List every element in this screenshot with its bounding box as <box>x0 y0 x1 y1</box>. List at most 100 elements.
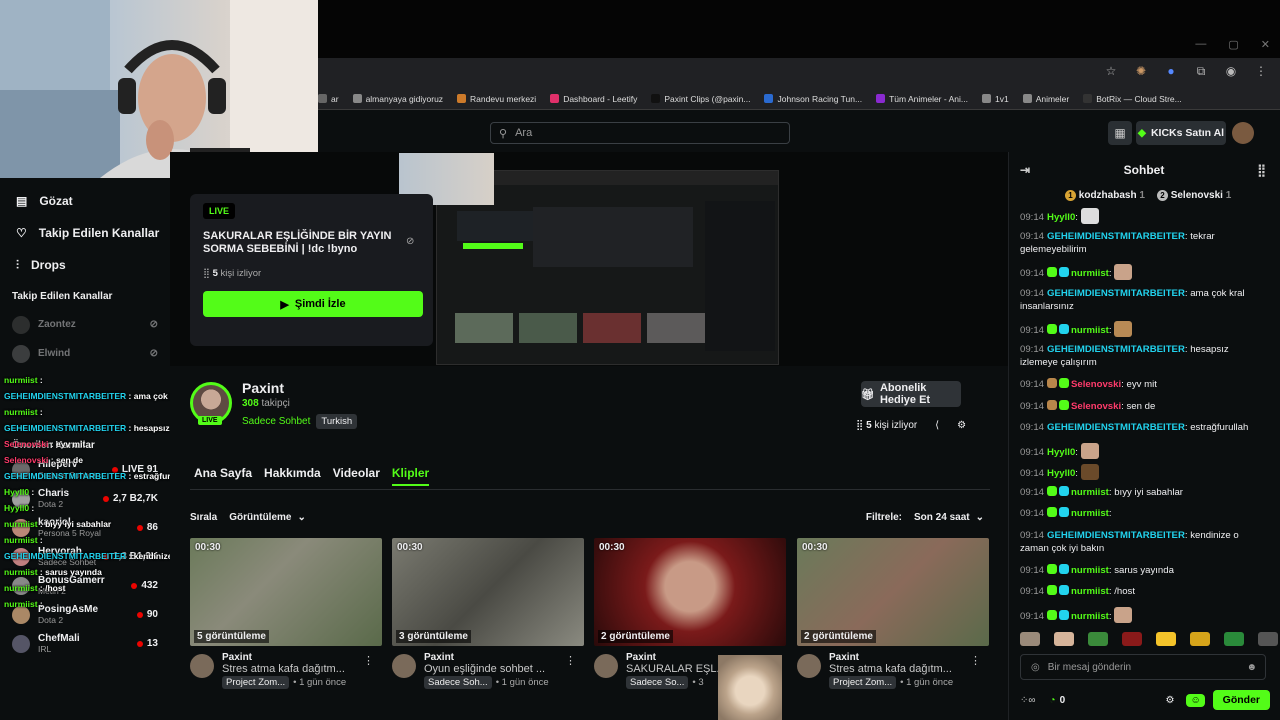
watch-now-button[interactable]: ▶ Şimdi İzle <box>203 291 423 317</box>
bookmark-item[interactable]: BotRix — Cloud Stre... <box>1083 94 1182 104</box>
recommended-channel[interactable]: ChefMali IRL 13 <box>0 629 170 658</box>
minimize-icon[interactable]: — <box>1195 38 1206 51</box>
top-gifter[interactable]: 2 Selenovski 1 <box>1156 190 1231 201</box>
recommended-channel[interactable]: PosingAsMe Dota 2 90 <box>0 600 170 629</box>
emote[interactable] <box>1224 632 1244 646</box>
chat-username[interactable]: nurmiist <box>1071 586 1109 597</box>
followed-channel-elwind[interactable]: Elwind ⊘ <box>0 339 170 368</box>
tab-about[interactable]: Hakkımda <box>264 466 321 486</box>
chat-username[interactable]: nurmiist <box>1071 268 1109 279</box>
star-icon[interactable]: ☆ <box>1104 64 1118 78</box>
close-icon[interactable]: ✕ <box>1261 38 1270 51</box>
chat-username[interactable]: nurmiist <box>1071 565 1109 576</box>
avatar[interactable] <box>797 654 821 678</box>
chat-username[interactable]: nurmiist <box>1071 508 1109 519</box>
recommended-channel[interactable]: Hervorah Sadece Sohbet 1,3 B1,3K <box>0 542 170 571</box>
category-link[interactable]: Sadece Sohbet <box>242 416 310 427</box>
clip-category-tag[interactable]: Project Zom... <box>222 676 290 689</box>
bookmark-item[interactable]: ar <box>318 94 339 104</box>
extension-icon[interactable]: ✺ <box>1134 64 1148 78</box>
tab-home[interactable]: Ana Sayfa <box>194 466 252 486</box>
clip-card[interactable]: 00:30 3 görüntüleme Paxint Oyun eşliğinde s… <box>392 538 584 689</box>
emote[interactable] <box>1020 632 1040 646</box>
emoji-icon[interactable]: ☻ <box>1246 662 1257 673</box>
bookmark-item[interactable]: 1v1 <box>981 94 1009 104</box>
send-button[interactable]: Gönder <box>1212 690 1270 710</box>
chat-username[interactable]: nurmiist <box>1071 611 1109 622</box>
clip-category-tag[interactable]: Project Zom... <box>829 676 897 689</box>
profile-icon[interactable]: ◉ <box>1224 64 1238 78</box>
clip-category-tag[interactable]: Sadece So... <box>626 676 689 689</box>
extension-icon[interactable]: ● <box>1164 64 1178 78</box>
recommended-channel[interactable]: kaoriol Persona 5 Royal 86 <box>0 513 170 542</box>
chat-username[interactable]: Hyyll0 <box>1047 468 1075 479</box>
sidebar-item-following[interactable]: ♡ Takip Edilen Kanallar <box>0 217 170 249</box>
sort-dropdown[interactable]: Görüntüleme ⌄ <box>223 509 312 526</box>
bookmark-item[interactable]: Animeler <box>1022 94 1069 104</box>
clip-thumbnail[interactable]: 00:30 2 görüntüleme <box>594 538 786 646</box>
emote[interactable] <box>1122 632 1142 646</box>
puzzle-icon[interactable]: ⧉ <box>1194 64 1208 78</box>
maximize-icon[interactable]: ▢ <box>1228 38 1238 51</box>
chat-username[interactable]: nurmiist <box>1071 325 1109 336</box>
clip-card[interactable]: 00:30 2 görüntüleme Paxint Stres atma kafa … <box>797 538 989 689</box>
bot-icon[interactable]: ☺ <box>1186 693 1205 707</box>
filter-dropdown[interactable]: Son 24 saat ⌄ <box>908 509 990 526</box>
emote[interactable] <box>1088 632 1108 646</box>
bookmark-item[interactable]: almanyaya gidiyoruz <box>352 94 443 104</box>
clip-category-tag[interactable]: Sadece Soh... <box>424 676 492 689</box>
collapse-chat-icon[interactable]: ⇥ <box>1020 163 1030 177</box>
language-tag[interactable]: Turkish <box>316 414 358 429</box>
emote[interactable] <box>1156 632 1176 646</box>
clip-thumbnail[interactable]: 00:30 5 görüntüleme <box>190 538 382 646</box>
tab-videos[interactable]: Videolar <box>333 466 380 486</box>
sidebar-item-drops[interactable]: ⫶ Drops <box>0 249 170 281</box>
avatar[interactable] <box>594 654 618 678</box>
more-options-icon[interactable]: ⋮ <box>970 654 981 667</box>
bookmark-item[interactable]: Paxint Clips (@paxin... <box>651 94 750 104</box>
share-icon[interactable]: ⟨ <box>935 420 939 431</box>
users-icon[interactable]: ⣿ <box>1257 163 1266 177</box>
chat-username[interactable]: GEHEIMDIENSTMITARBEITER <box>1047 422 1185 433</box>
more-options-icon[interactable]: ⋮ <box>565 654 576 667</box>
top-gifter[interactable]: 1 kodzhabash 1 <box>1065 190 1145 201</box>
settings-icon[interactable]: ⚙ <box>957 420 966 431</box>
chat-username[interactable]: GEHEIMDIENSTMITARBEITER <box>1047 231 1185 242</box>
chat-username[interactable]: nurmiist <box>1071 487 1109 498</box>
emote[interactable] <box>1190 632 1210 646</box>
settings-icon[interactable]: ⚙ <box>1165 695 1174 706</box>
recommended-channel[interactable]: Hileperv Sadece Sohbet LIVE 91 <box>0 455 170 484</box>
chat-username[interactable]: GEHEIMDIENSTMITARBEITER <box>1047 344 1185 355</box>
more-options-icon[interactable]: ⋮ <box>363 654 374 667</box>
chat-username[interactable]: Hyyll0 <box>1047 212 1075 223</box>
chat-username[interactable]: Selenovski <box>1071 401 1121 412</box>
recommended-channel[interactable]: BonusGamerr Metin 2 432 <box>0 571 170 600</box>
chat-username[interactable]: Hyyll0 <box>1047 447 1075 458</box>
clip-thumbnail[interactable]: 00:30 2 görüntüleme <box>797 538 989 646</box>
layout-button[interactable]: ▦ <box>1108 121 1132 145</box>
mute-icon[interactable]: ⊘ <box>406 236 414 247</box>
avatar[interactable] <box>392 654 416 678</box>
chat-username[interactable]: GEHEIMDIENSTMITARBEITER <box>1047 288 1185 299</box>
emote[interactable] <box>1054 632 1074 646</box>
user-avatar[interactable] <box>1232 122 1254 144</box>
bookmark-item[interactable]: Dashboard - Leetify <box>550 94 637 104</box>
bookmark-item[interactable]: Randevu merkezi <box>457 94 536 104</box>
bookmark-item[interactable]: Tüm Animeler - Ani... <box>876 94 968 104</box>
tab-clips[interactable]: Klipler <box>391 466 430 486</box>
chat-input[interactable]: ◎ Bir mesaj gönderin ☻ <box>1020 654 1266 680</box>
clip-card[interactable]: 00:30 5 görüntüleme Paxint Stres atma kafa … <box>190 538 382 689</box>
chat-username[interactable]: Selenovski <box>1071 379 1121 390</box>
clip-thumbnail[interactable]: 00:30 3 görüntüleme <box>392 538 584 646</box>
search-input[interactable]: ⚲ Ara <box>490 122 790 144</box>
bookmark-item[interactable]: Johnson Racing Tun... <box>764 94 862 104</box>
recommended-channel[interactable]: Charis Dota 2 2,7 B2,7K <box>0 484 170 513</box>
followed-channel-zaontez[interactable]: Zaontez ⊘ <box>0 310 170 339</box>
chat-username[interactable]: GEHEIMDIENSTMITARBEITER <box>1047 530 1185 541</box>
kicks-buy-button[interactable]: ◆ KICKs Satın Al <box>1136 121 1226 145</box>
emote[interactable] <box>1258 632 1278 646</box>
avatar[interactable] <box>190 654 214 678</box>
gift-subscription-button[interactable]: 🎁︎ Abonelik Hediye Et <box>861 381 961 407</box>
menu-icon[interactable]: ⋮ <box>1254 64 1268 78</box>
sidebar-item-browse[interactable]: ▤ Gözat <box>0 185 170 217</box>
